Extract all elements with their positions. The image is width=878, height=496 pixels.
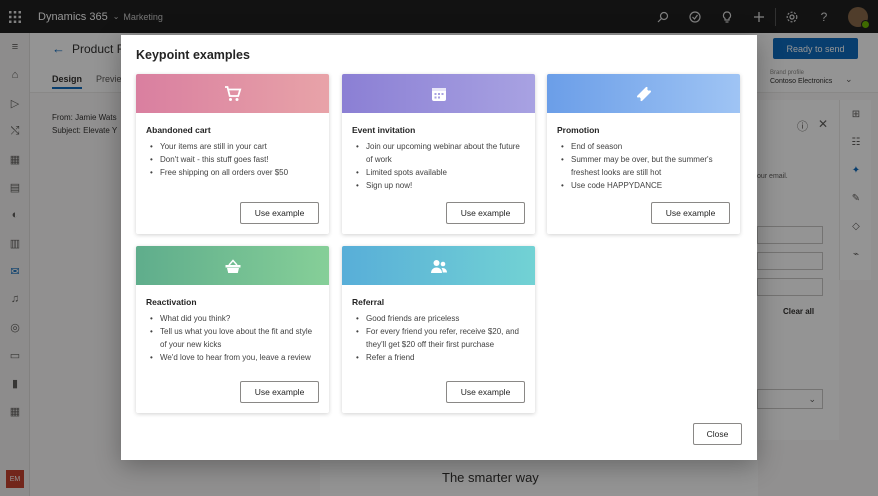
example-card-reactivation: Reactivation What did you think? Tell us… [136,246,329,413]
card-header-band [342,246,535,285]
list-item: Join our upcoming webinar about the futu… [356,140,525,166]
close-button[interactable]: Close [693,423,742,445]
card-header-band [136,74,329,113]
list-item: Sign up now! [356,179,525,192]
use-example-button[interactable]: Use example [651,202,730,224]
list-item: End of season [561,140,730,153]
list-item: Tell us what you love about the fit and … [150,325,319,351]
keypoint-examples-dialog: Keypoint examples Abandoned cart Your it… [121,35,757,460]
card-title: Referral [352,297,385,307]
list-item: Don't wait - this stuff goes fast! [150,153,319,166]
card-bullets: Join our upcoming webinar about the futu… [356,140,525,192]
example-card-abandoned-cart: Abandoned cart Your items are still in y… [136,74,329,234]
use-example-button[interactable]: Use example [446,202,525,224]
card-bullets: Good friends are priceless For every fri… [356,312,525,364]
card-bullets: End of season Summer may be over, but th… [561,140,730,192]
list-item: What did you think? [150,312,319,325]
card-title: Reactivation [146,297,197,307]
use-example-button[interactable]: Use example [240,202,319,224]
use-example-button[interactable]: Use example [240,381,319,403]
list-item: Use code HAPPYDANCE [561,179,730,192]
list-item: Summer may be over, but the summer's fre… [561,153,730,179]
card-title: Abandoned cart [146,125,211,135]
calendar-icon [431,87,446,101]
card-title: Event invitation [352,125,416,135]
list-item: Good friends are priceless [356,312,525,325]
example-card-event-invitation: Event invitation Join our upcoming webin… [342,74,535,234]
card-header-band [547,74,740,113]
list-item: Refer a friend [356,351,525,364]
card-header-band [136,246,329,285]
use-example-button[interactable]: Use example [446,381,525,403]
dialog-title: Keypoint examples [136,48,250,62]
list-item: Your items are still in your cart [150,140,319,153]
list-item: For every friend you refer, receive $20,… [356,325,525,351]
example-card-referral: Referral Good friends are priceless For … [342,246,535,413]
card-bullets: Your items are still in your cart Don't … [150,140,319,179]
cart-icon [224,85,241,101]
list-item: We'd love to hear from you, leave a revi… [150,351,319,364]
people-icon [430,259,447,273]
card-header-band [342,74,535,113]
basket-icon [225,258,240,273]
ticket-icon [636,86,651,101]
list-item: Limited spots available [356,166,525,179]
list-item: Free shipping on all orders over $50 [150,166,319,179]
card-title: Promotion [557,125,600,135]
card-bullets: What did you think? Tell us what you lov… [150,312,319,364]
example-card-promotion: Promotion End of season Summer may be ov… [547,74,740,234]
